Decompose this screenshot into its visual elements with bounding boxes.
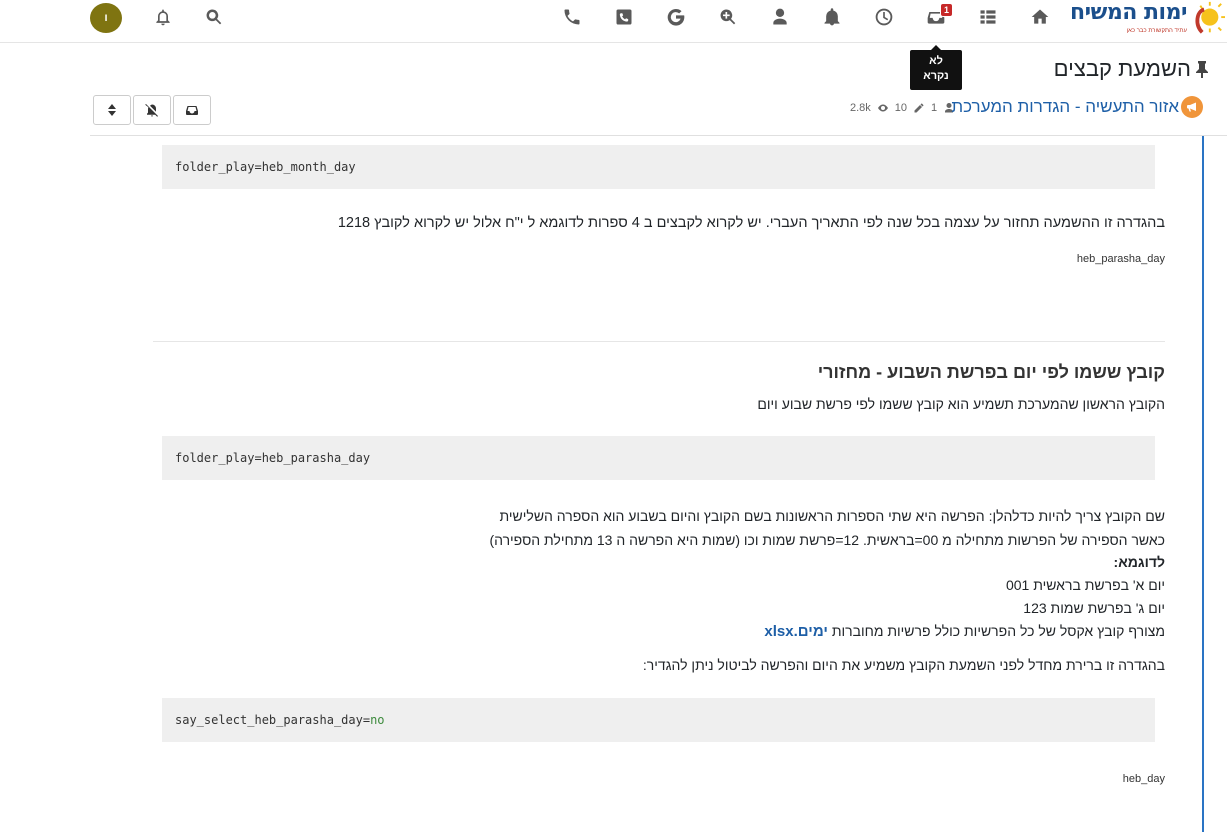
category-link[interactable]: אזור התעשיה - הגדרות המערכת	[951, 96, 1203, 118]
user-avatar[interactable]: ו	[90, 3, 122, 33]
top-navbar: ו 1 ימות המשיח עתיד התקשורת כבר כאן	[0, 0, 1227, 43]
mute-button[interactable]	[133, 95, 171, 125]
paragraph: בהגדרה זו ההשמעה תחזור על עצמה בכל שנה ל…	[337, 215, 1165, 231]
example-item: יום א' בפרשת בראשית 001	[1005, 577, 1165, 593]
paragraph: שם הקובץ צריך להיות כדלהלן: הפרשה היא שת…	[499, 508, 1165, 524]
mark-unread-button[interactable]	[173, 95, 211, 125]
page-title-text: השמעת קבצים	[1053, 56, 1191, 81]
eye-icon	[877, 104, 888, 112]
paragraph: כאשר הספירה של הפרשות מתחילה מ 00=בראשית…	[489, 532, 1165, 548]
tooltip-line2: נקרא	[923, 70, 949, 82]
section-heading: קובץ ששמו לפי יום בפרשת השבוע - מחזורי	[817, 362, 1165, 382]
attachment-line: מצורף קובץ אקסל של כל הפרשיות כולל פרשיו…	[764, 623, 1165, 640]
code-block: folder_play=heb_month_day	[162, 145, 1155, 189]
clock-icon[interactable]	[871, 5, 897, 29]
logo-sun-icon	[1195, 1, 1225, 34]
unread-badge: 1	[939, 3, 953, 17]
phone-icon[interactable]	[559, 5, 585, 29]
tooltip-line1: לא	[929, 55, 943, 67]
attachment-link[interactable]: ימים.xlsx	[764, 623, 828, 640]
unread-tooltip: לא נקרא	[910, 45, 962, 90]
google-icon[interactable]	[663, 5, 689, 29]
phone-square-icon[interactable]	[611, 5, 637, 29]
views-count: 2.8k	[850, 102, 871, 114]
paragraph: בהגדרה זו ברירת מחדל לפני השמעת הקובץ מש…	[642, 657, 1165, 673]
section-anchor: heb_parasha_day	[1076, 253, 1165, 265]
topic-header: 2.8k 10 1 אזור התעשיה - הגדרות המערכת	[90, 92, 1227, 136]
code-value: no	[370, 713, 385, 727]
home-icon[interactable]	[1027, 5, 1053, 29]
timeline-bar	[1202, 136, 1204, 832]
bullhorn-icon	[1181, 96, 1203, 118]
code-block: folder_play=heb_parasha_day	[162, 436, 1155, 480]
section-anchor: heb_day	[1122, 773, 1165, 785]
sort-button[interactable]	[93, 95, 131, 125]
pin-icon	[1196, 61, 1208, 78]
topic-stats: 2.8k 10 1	[850, 102, 955, 114]
page-title: השמעת קבצים	[1054, 56, 1209, 82]
inbox-icon	[186, 106, 198, 115]
example-item: יום ג' בפרשת שמות 123	[1023, 600, 1165, 616]
bell-icon[interactable]	[150, 5, 176, 29]
section-divider	[153, 341, 1165, 342]
zoom-in-icon[interactable]	[715, 5, 741, 29]
bell-slash-icon	[145, 104, 158, 117]
posts-count: 10	[894, 102, 908, 114]
category-label: אזור התעשיה - הגדרות המערכת	[951, 97, 1179, 116]
code-key: say_select_heb_parasha_day=	[175, 713, 371, 727]
code-block: say_select_heb_parasha_day=no	[162, 698, 1155, 742]
posters-count: 1	[931, 102, 938, 114]
sort-icon	[108, 104, 116, 116]
logo-subtitle: עתיד התקשורת כבר כאן	[1126, 28, 1187, 34]
inbox-icon[interactable]: 1	[923, 3, 953, 29]
paragraph: הקובץ הראשון שהמערכת תשמיע הוא קובץ ששמו…	[757, 396, 1165, 412]
site-logo[interactable]: ימות המשיח עתיד התקשורת כבר כאן	[1068, 0, 1227, 40]
list-icon[interactable]	[975, 5, 1001, 29]
logo-title: ימות המשיח	[1070, 0, 1187, 25]
user-icon[interactable]	[767, 5, 793, 29]
attachment-text: מצורף קובץ אקסל של כל הפרשיות כולל פרשיו…	[831, 623, 1165, 639]
example-title: לדוגמא:	[1113, 554, 1165, 570]
notifications-icon[interactable]	[819, 5, 845, 29]
pencil-icon	[914, 103, 924, 113]
search-icon[interactable]	[201, 5, 227, 29]
